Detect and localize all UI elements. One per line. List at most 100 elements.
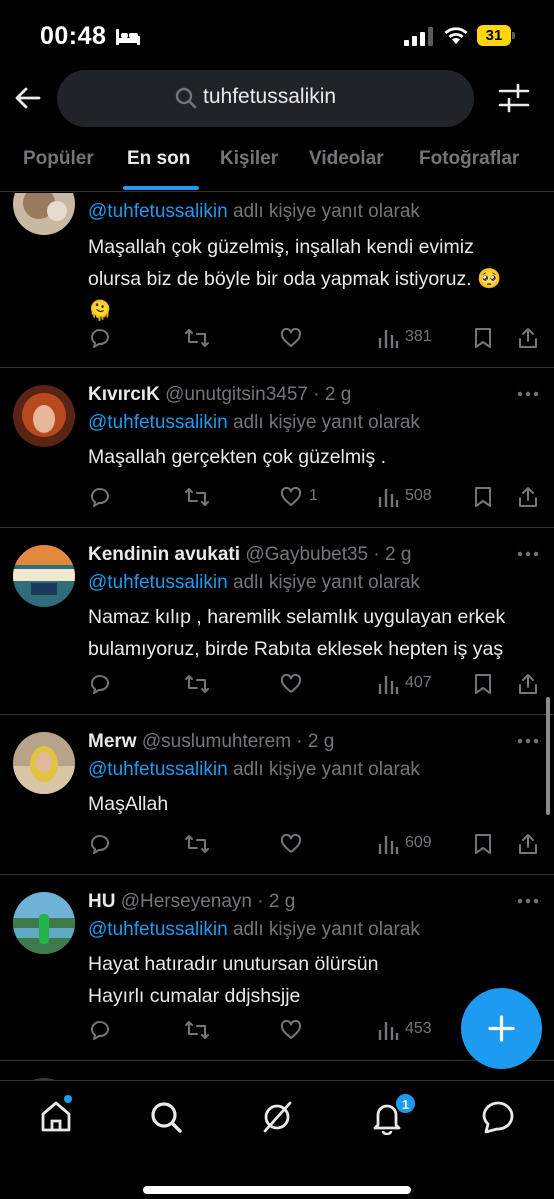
avatar[interactable]: [13, 545, 75, 607]
tweet-line: 🫠: [88, 300, 113, 322]
scrollbar[interactable]: [546, 697, 550, 815]
back-arrow-icon[interactable]: [12, 82, 44, 114]
tweet-line: olursa biz de böyle bir oda yapmak istiy…: [88, 268, 502, 290]
mention-link[interactable]: @tuhfetussalikin: [88, 919, 228, 940]
mention-link[interactable]: @tuhfetussalikin: [88, 201, 228, 222]
tweet-header: HU @Herseyenayn · 2 g: [88, 891, 295, 913]
view-count: 453: [405, 1020, 432, 1037]
battery-indicator: 31: [477, 25, 515, 46]
mention-link[interactable]: @tuhfetussalikin: [88, 572, 228, 593]
tweet-text: Maşallah çok güzelmiş, inşallah kendi ev…: [88, 231, 548, 327]
view-count: 508: [405, 487, 432, 504]
bookmark-icon[interactable]: [472, 484, 494, 510]
status-bar: 00:48 31: [0, 0, 554, 66]
reply-icon[interactable]: [88, 325, 112, 351]
messages-icon[interactable]: [480, 1099, 516, 1135]
tab-latest[interactable]: En son: [127, 148, 190, 170]
mention-link[interactable]: @tuhfetussalikin: [88, 412, 228, 433]
handle[interactable]: @Herseyenayn: [121, 891, 252, 912]
search-settings-icon[interactable]: [497, 83, 531, 113]
avatar[interactable]: [13, 193, 75, 235]
display-name[interactable]: Merw: [88, 731, 137, 752]
retweet-icon[interactable]: [184, 1017, 210, 1043]
retweet-icon[interactable]: [184, 831, 210, 857]
more-options-icon[interactable]: [517, 738, 539, 744]
views-icon[interactable]: [377, 1017, 399, 1043]
reply-context: @tuhfetussalikin adlı kişiye yanıt olara…: [88, 919, 420, 940]
views-icon[interactable]: [377, 484, 399, 510]
tab-videos[interactable]: Videolar: [309, 148, 384, 170]
tab-people[interactable]: Kişiler: [220, 148, 278, 170]
search-query: tuhfetussalikin: [203, 85, 337, 108]
like-icon[interactable]: [279, 325, 303, 351]
reply-context: @tuhfetussalikin adlı kişiye yanıt olara…: [88, 412, 420, 433]
cellular-signal-icon: [404, 27, 433, 46]
search-icon: [175, 87, 197, 109]
tweet-feed[interactable]: @tuhfetussalikin adlı kişiye yanıt olara…: [0, 193, 554, 1080]
tweet[interactable]: [0, 1061, 554, 1080]
explore-search-icon[interactable]: [148, 1099, 184, 1135]
share-icon[interactable]: [516, 325, 540, 351]
avatar[interactable]: [13, 892, 75, 954]
bookmark-icon[interactable]: [472, 831, 494, 857]
unread-dot: [64, 1095, 72, 1103]
like-icon[interactable]: [279, 831, 303, 857]
views-icon[interactable]: [377, 831, 399, 857]
timestamp: · 2 g: [291, 731, 335, 752]
handle[interactable]: @Gaybubet35: [245, 544, 368, 565]
share-icon[interactable]: [516, 484, 540, 510]
tweet-text: MaşAllah: [88, 788, 548, 820]
bookmark-icon[interactable]: [472, 671, 494, 697]
view-count: 609: [405, 834, 432, 851]
like-icon[interactable]: [279, 484, 303, 510]
more-options-icon[interactable]: [517, 551, 539, 557]
views-icon[interactable]: [377, 671, 399, 697]
retweet-icon[interactable]: [184, 325, 210, 351]
share-icon[interactable]: [516, 831, 540, 857]
tweet[interactable]: Merw @suslumuhterem · 2 g @tuhfetussalik…: [0, 715, 554, 875]
mention-link[interactable]: @tuhfetussalikin: [88, 759, 228, 780]
search-tabs: Popüler En son Kişiler Videolar Fotoğraf…: [0, 138, 554, 192]
grok-icon[interactable]: [259, 1099, 295, 1135]
like-icon[interactable]: [279, 671, 303, 697]
avatar[interactable]: [13, 385, 75, 447]
tweet[interactable]: KıvırcıK @unutgitsin3457 · 2 g @tuhfetus…: [0, 368, 554, 528]
handle[interactable]: @unutgitsin3457: [165, 384, 308, 405]
tweet-header: Kendinin avukati @Gaybubet35 · 2 g: [88, 544, 411, 566]
tweet[interactable]: Kendinin avukati @Gaybubet35 · 2 g @tuhf…: [0, 528, 554, 715]
search-input[interactable]: tuhfetussalikin: [57, 70, 474, 127]
battery-cap: [512, 32, 515, 39]
timestamp: · 2 g: [307, 384, 352, 405]
view-count: 407: [405, 674, 432, 691]
views-icon[interactable]: [377, 325, 399, 351]
plus-icon: [488, 1015, 515, 1042]
retweet-icon[interactable]: [184, 671, 210, 697]
display-name[interactable]: HU: [88, 891, 115, 912]
battery-level: 31: [477, 25, 511, 46]
display-name[interactable]: Kendinin avukati: [88, 544, 240, 565]
avatar[interactable]: [13, 732, 75, 794]
tweet-line: bulamıyoruz, birde Rabıta eklesek hepten…: [88, 638, 504, 660]
reply-icon[interactable]: [88, 831, 112, 857]
tweet-line: Hayat hatıradır unutursan ölürsün: [88, 953, 379, 975]
reply-icon[interactable]: [88, 484, 112, 510]
share-icon[interactable]: [516, 671, 540, 697]
like-icon[interactable]: [279, 1017, 303, 1043]
display-name[interactable]: KıvırcıK: [88, 384, 160, 405]
tab-photos[interactable]: Fotoğraflar: [419, 148, 519, 170]
compose-button[interactable]: [461, 988, 542, 1069]
home-icon[interactable]: [38, 1099, 74, 1135]
tweet[interactable]: @tuhfetussalikin adlı kişiye yanıt olara…: [0, 193, 554, 368]
bookmark-icon[interactable]: [472, 325, 494, 351]
tweet-actions: 609: [88, 831, 548, 857]
reply-icon[interactable]: [88, 1017, 112, 1043]
timestamp: · 2 g: [368, 544, 412, 565]
active-tab-indicator: [123, 186, 199, 190]
tab-popular[interactable]: Popüler: [23, 148, 94, 170]
more-options-icon[interactable]: [517, 391, 539, 397]
timestamp: · 2 g: [251, 891, 296, 912]
reply-icon[interactable]: [88, 671, 112, 697]
handle[interactable]: @suslumuhterem: [142, 731, 291, 752]
retweet-icon[interactable]: [184, 484, 210, 510]
more-options-icon[interactable]: [517, 898, 539, 904]
